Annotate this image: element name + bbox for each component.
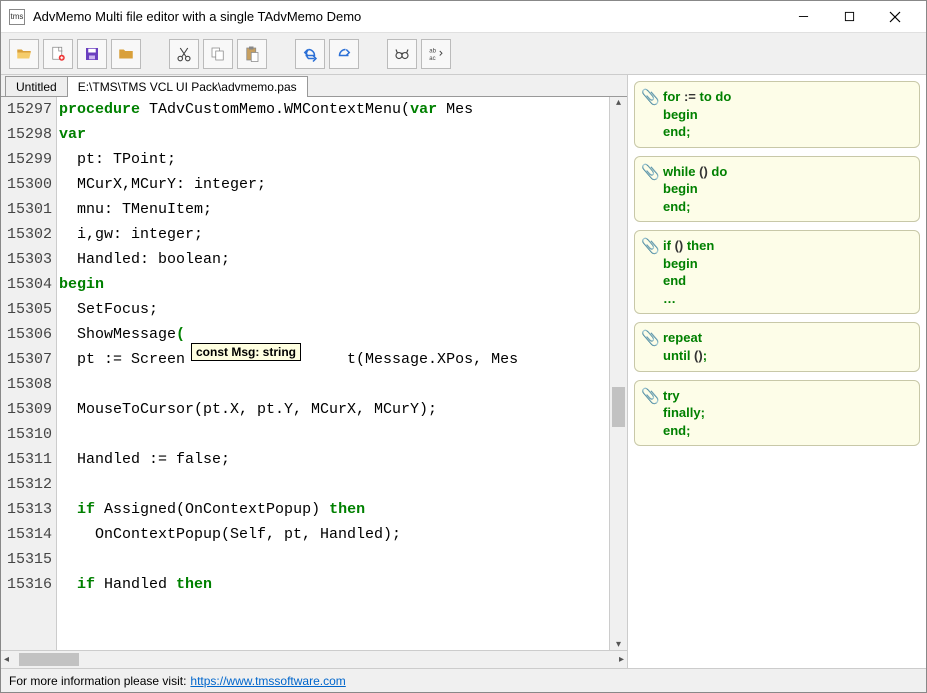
app-icon: tms	[9, 9, 25, 25]
redo-button[interactable]	[329, 39, 359, 69]
file-tab[interactable]: E:\TMS\TMS VCL UI Pack\advmemo.pas	[67, 76, 308, 97]
file-tab[interactable]: Untitled	[5, 76, 68, 97]
code-snippet[interactable]: 📎repeat until ();	[634, 322, 920, 371]
code-line[interactable]: ShowMessage(	[57, 322, 609, 347]
main-area: UntitledE:\TMS\TMS VCL UI Pack\advmemo.p…	[1, 75, 926, 668]
paperclip-icon: 📎	[641, 163, 660, 183]
code-snippet[interactable]: 📎tryfinally;end;	[634, 380, 920, 447]
code-snippet[interactable]: 📎for := to dobegin end;	[634, 81, 920, 148]
close-button[interactable]	[872, 2, 918, 32]
code-line[interactable]: if Assigned(OnContextPopup) then	[57, 497, 609, 522]
line-number: 15309	[1, 397, 52, 422]
code-line[interactable]: if Handled then	[57, 572, 609, 597]
window-titlebar: tms AdvMemo Multi file editor with a sin…	[1, 1, 926, 33]
undo-button[interactable]	[295, 39, 325, 69]
code-content[interactable]: procedure TAdvCustomMemo.WMContextMenu(v…	[57, 97, 609, 650]
snippet-pane: 📎for := to dobegin end; 📎while () dobegin…	[628, 75, 926, 668]
code-line[interactable]	[57, 422, 609, 447]
code-line[interactable]: Handled := false;	[57, 447, 609, 472]
cut-button[interactable]	[169, 39, 199, 69]
line-number: 15302	[1, 222, 52, 247]
open-folder-button[interactable]	[111, 39, 141, 69]
line-number: 15311	[1, 447, 52, 472]
paperclip-icon: 📎	[641, 88, 660, 108]
line-number: 15304	[1, 272, 52, 297]
horizontal-scrollbar[interactable]	[1, 650, 627, 668]
minimize-button[interactable]	[780, 2, 826, 32]
line-number: 15312	[1, 472, 52, 497]
code-snippet[interactable]: 📎while () dobeginend;	[634, 156, 920, 223]
code-line[interactable]	[57, 472, 609, 497]
copy-button[interactable]	[203, 39, 233, 69]
file-tabs: UntitledE:\TMS\TMS VCL UI Pack\advmemo.p…	[1, 75, 627, 97]
code-line[interactable]: mnu: TMenuItem;	[57, 197, 609, 222]
code-line[interactable]: procedure TAdvCustomMemo.WMContextMenu(v…	[57, 97, 609, 122]
paperclip-icon: 📎	[641, 237, 660, 257]
line-number: 15306	[1, 322, 52, 347]
new-file-button[interactable]	[43, 39, 73, 69]
svg-text:ac: ac	[429, 56, 435, 62]
maximize-button[interactable]	[826, 2, 872, 32]
line-number: 15298	[1, 122, 52, 147]
code-line[interactable]: Handled: boolean;	[57, 247, 609, 272]
code-line[interactable]: var	[57, 122, 609, 147]
code-line[interactable]: SetFocus;	[57, 297, 609, 322]
line-number: 15297	[1, 97, 52, 122]
line-number: 15305	[1, 297, 52, 322]
code-snippet[interactable]: 📎if () thenbeginend…	[634, 230, 920, 314]
replace-button[interactable]: ab ac	[421, 39, 451, 69]
scrollbar-thumb[interactable]	[19, 653, 79, 666]
code-editor[interactable]: 1529715298152991530015301153021530315304…	[1, 97, 627, 650]
toolbar: ab ac	[1, 33, 926, 75]
code-line[interactable]: OnContextPopup(Self, pt, Handled);	[57, 522, 609, 547]
code-line[interactable]: begin	[57, 272, 609, 297]
open-file-button[interactable]	[9, 39, 39, 69]
svg-text:ab: ab	[429, 48, 436, 54]
save-file-button[interactable]	[77, 39, 107, 69]
line-number: 15308	[1, 372, 52, 397]
line-number: 15313	[1, 497, 52, 522]
line-number: 15299	[1, 147, 52, 172]
line-number: 15315	[1, 547, 52, 572]
code-line[interactable]: i,gw: integer;	[57, 222, 609, 247]
status-bar: For more information please visit: https…	[1, 668, 926, 692]
line-gutter: 1529715298152991530015301153021530315304…	[1, 97, 57, 650]
line-number: 15303	[1, 247, 52, 272]
paste-button[interactable]	[237, 39, 267, 69]
scrollbar-thumb[interactable]	[612, 387, 625, 427]
line-number: 15316	[1, 572, 52, 597]
code-line[interactable]: MCurX,MCurY: integer;	[57, 172, 609, 197]
code-line[interactable]	[57, 372, 609, 397]
editor-pane: UntitledE:\TMS\TMS VCL UI Pack\advmemo.p…	[1, 75, 628, 668]
parameter-hint-tooltip: const Msg: string	[191, 343, 301, 361]
vertical-scrollbar[interactable]	[609, 97, 627, 650]
status-link[interactable]: https://www.tmssoftware.com	[190, 674, 345, 688]
code-line[interactable]: pt: TPoint;	[57, 147, 609, 172]
line-number: 15307	[1, 347, 52, 372]
status-text: For more information please visit:	[9, 674, 186, 688]
code-line[interactable]: MouseToCursor(pt.X, pt.Y, MCurX, MCurY);	[57, 397, 609, 422]
paperclip-icon: 📎	[641, 329, 660, 349]
paperclip-icon: 📎	[641, 387, 660, 407]
line-number: 15300	[1, 172, 52, 197]
line-number: 15314	[1, 522, 52, 547]
find-button[interactable]	[387, 39, 417, 69]
code-line[interactable]: pt := Screen t(Message.XPos, Mes	[57, 347, 609, 372]
window-title: AdvMemo Multi file editor with a single …	[33, 9, 780, 24]
line-number: 15301	[1, 197, 52, 222]
code-line[interactable]	[57, 547, 609, 572]
line-number: 15310	[1, 422, 52, 447]
